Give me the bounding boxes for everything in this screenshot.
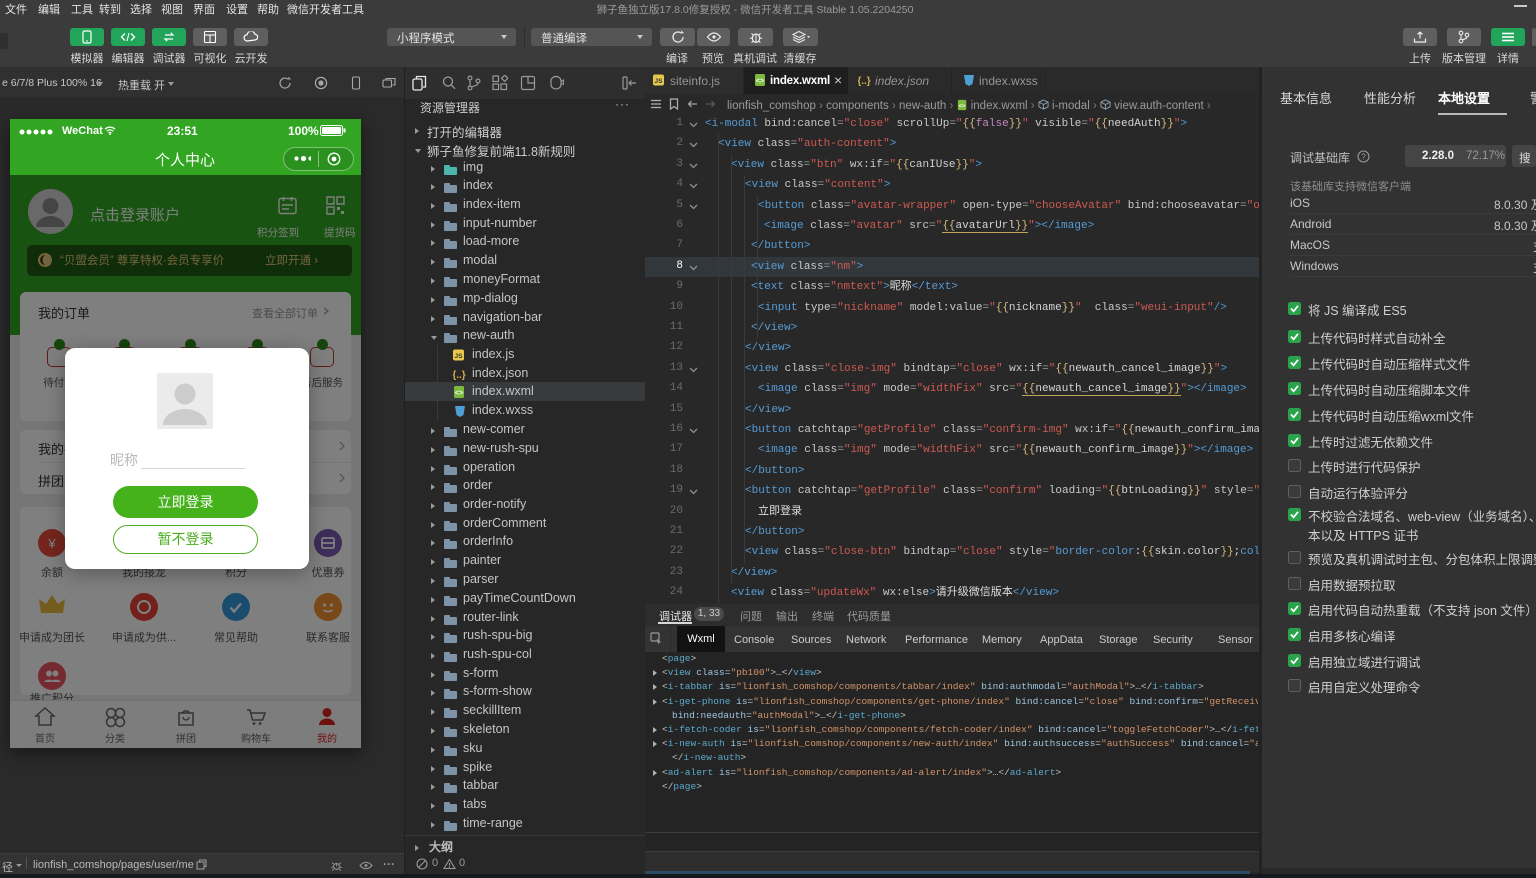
- svg-text:<>: <>: [455, 390, 463, 397]
- svg-text:{..}: {..}: [858, 76, 871, 87]
- svg-text:?: ?: [1361, 153, 1366, 162]
- svg-text:JS: JS: [655, 78, 664, 85]
- svg-text:<>: <>: [756, 78, 764, 85]
- svg-text:{..}: {..}: [453, 370, 466, 381]
- svg-text:<>: <>: [958, 104, 965, 110]
- svg-text:JS: JS: [455, 353, 464, 360]
